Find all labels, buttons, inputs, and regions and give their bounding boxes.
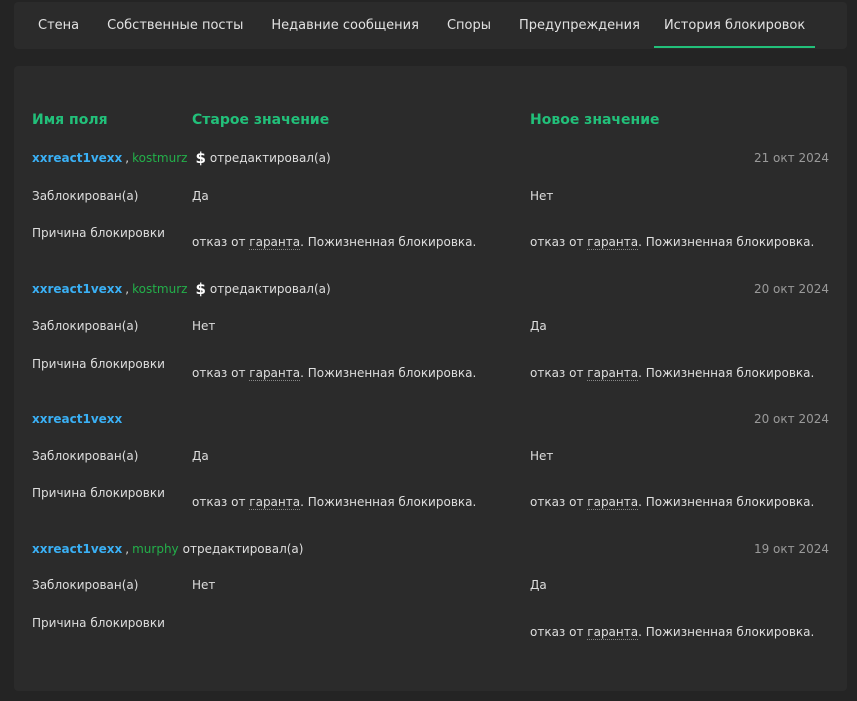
- entry-date: 20 окт 2024: [753, 412, 829, 426]
- column-header-new-value: Новое значение: [530, 112, 660, 128]
- action-text: отредактировал(а): [209, 282, 331, 296]
- new-value-blocked: Нет: [530, 189, 554, 203]
- dollar-icon: $: [195, 280, 206, 298]
- tab-own-posts[interactable]: Собственные посты: [93, 2, 257, 49]
- old-value-blocked: Да: [192, 449, 209, 463]
- new-value-reason: отказ от гаранта. Пожизненная блокировка…: [530, 495, 815, 510]
- user-link[interactable]: xxreact1vexx: [32, 542, 122, 556]
- old-value-reason: отказ от гаранта. Пожизненная блокировка…: [192, 366, 477, 381]
- tab-warnings[interactable]: Предупреждения: [505, 2, 654, 49]
- old-value-reason: отказ от гаранта. Пожизненная блокировка…: [192, 495, 477, 510]
- field-name-blocked: Заблокирован(а): [32, 578, 139, 592]
- column-header-old-value: Старое значение: [192, 112, 330, 128]
- user-link[interactable]: xxreact1vexx: [32, 282, 122, 296]
- moderator-link[interactable]: murphy: [132, 542, 179, 556]
- new-value-blocked: Нет: [530, 449, 554, 463]
- moderator-link[interactable]: kostmurz: [132, 151, 187, 165]
- field-name-reason: Причина блокировки: [32, 486, 165, 500]
- separator: ,: [125, 282, 130, 296]
- old-value-blocked: Нет: [192, 319, 216, 333]
- entry-header: xxreact1vexx 20 окт 2024: [32, 409, 829, 429]
- old-value-blocked: Нет: [192, 578, 216, 592]
- entry-date: 20 окт 2024: [753, 282, 829, 296]
- separator: ,: [125, 151, 130, 165]
- user-link[interactable]: xxreact1vexx: [32, 151, 122, 165]
- field-name-blocked: Заблокирован(а): [32, 319, 139, 333]
- entry-header: xxreact1vexx , kostmurz $ отредактировал…: [32, 148, 829, 168]
- field-name-reason: Причина блокировки: [32, 226, 165, 240]
- field-name-reason: Причина блокировки: [32, 357, 165, 371]
- action-text: отредактировал(а): [209, 151, 331, 165]
- entry-header: xxreact1vexx , kostmurz $ отредактировал…: [32, 279, 829, 299]
- dollar-icon: $: [195, 149, 206, 167]
- new-value-blocked: Да: [530, 578, 547, 592]
- separator: ,: [125, 542, 130, 556]
- tab-ban-history[interactable]: История блокировок: [653, 2, 816, 49]
- moderator-link[interactable]: kostmurz: [132, 282, 187, 296]
- new-value-blocked: Да: [530, 319, 547, 333]
- tab-recent-messages[interactable]: Недавние сообщения: [257, 2, 433, 49]
- field-name-blocked: Заблокирован(а): [32, 189, 139, 203]
- old-value-blocked: Да: [192, 189, 209, 203]
- new-value-reason: отказ от гаранта. Пожизненная блокировка…: [530, 366, 815, 381]
- entry-date: 19 окт 2024: [753, 542, 829, 556]
- column-header-field: Имя поля: [32, 112, 108, 128]
- ban-history-panel: Имя поля Старое значение Новое значение …: [14, 66, 847, 691]
- field-name-reason: Причина блокировки: [32, 616, 165, 630]
- user-link[interactable]: xxreact1vexx: [32, 412, 122, 426]
- tab-disputes[interactable]: Споры: [433, 2, 505, 49]
- old-value-reason: отказ от гаранта. Пожизненная блокировка…: [192, 235, 477, 250]
- tab-wall[interactable]: Стена: [24, 2, 93, 49]
- entry-date: 21 окт 2024: [753, 151, 829, 165]
- new-value-reason: отказ от гаранта. Пожизненная блокировка…: [530, 625, 815, 640]
- action-text: отредактировал(а): [182, 542, 304, 556]
- field-name-blocked: Заблокирован(а): [32, 449, 139, 463]
- profile-tabs: Стена Собственные посты Недавние сообщен…: [14, 2, 847, 49]
- entry-header: xxreact1vexx , murphy отредактировал(а) …: [32, 539, 829, 559]
- new-value-reason: отказ от гаранта. Пожизненная блокировка…: [530, 235, 815, 250]
